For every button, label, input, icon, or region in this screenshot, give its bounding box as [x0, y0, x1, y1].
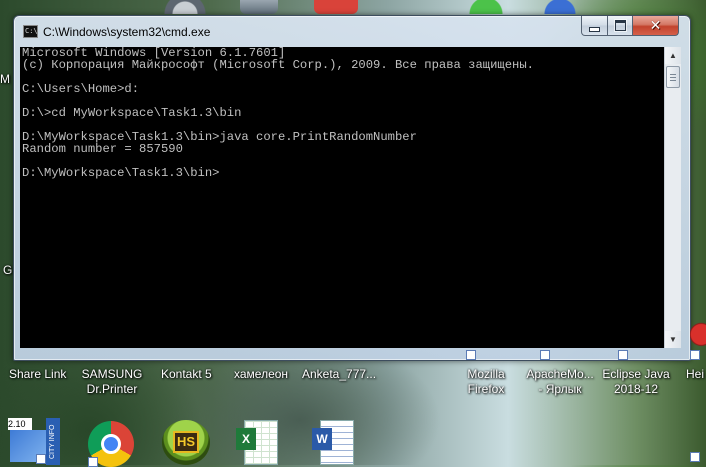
desktop-icon-samsung-dr-printer[interactable]: SAMSUNG Dr.Printer: [80, 367, 144, 397]
desktop-icon-top-5[interactable]: [540, 0, 580, 14]
desktop-icon-hei[interactable]: Hei: [686, 367, 704, 382]
shortcut-arrow-icon: [466, 350, 476, 360]
close-icon: ✕: [649, 17, 662, 34]
console-line: D:\>cd MyWorkspace\Task1.3\bin: [22, 106, 242, 120]
maximize-button[interactable]: [607, 16, 633, 36]
desktop-icon-top-1[interactable]: [163, 0, 207, 14]
desktop-fragment-m: M: [0, 72, 10, 86]
console-lines: Microsoft Windows [Version 6.1.7601] (c) …: [22, 47, 534, 179]
desktop-icon-kontakt-5[interactable]: Kontakt 5: [161, 367, 212, 382]
vertical-scrollbar[interactable]: ▲ ▼: [664, 47, 681, 348]
console-line: (c) Корпорация Майкрософт (Microsoft Cor…: [22, 58, 534, 72]
minimize-icon: [589, 27, 600, 32]
maximize-icon: [614, 20, 626, 31]
cmd-window-icon[interactable]: C:\: [23, 25, 38, 38]
desktop-icon-top-2[interactable]: [240, 0, 278, 14]
minimize-button[interactable]: [581, 16, 608, 36]
arrow-down-icon: ▼: [669, 335, 677, 344]
city-info-icon[interactable]: 2.10 CITY INFO: [8, 418, 60, 465]
hs-icon[interactable]: HS: [162, 420, 210, 465]
console-line: C:\Users\Home>d:: [22, 82, 140, 96]
arrow-up-icon: ▲: [669, 51, 677, 60]
desktop-icon-apachemo[interactable]: ApacheMo... - Ярлык: [525, 367, 595, 397]
console-line: D:\MyWorkspace\Task1.3\bin>: [22, 166, 220, 180]
console-line: Random number = 857590: [22, 142, 183, 156]
excel-file-icon[interactable]: X: [236, 420, 282, 465]
scroll-down-button[interactable]: ▼: [665, 331, 681, 348]
word-file-icon[interactable]: W: [312, 420, 358, 465]
scroll-up-button[interactable]: ▲: [665, 47, 681, 64]
desktop-icon-mozilla-firefox[interactable]: Mozilla Firefox: [458, 367, 514, 397]
chrome-icon[interactable]: [88, 421, 134, 467]
console-output[interactable]: Microsoft Windows [Version 6.1.7601] (c) …: [20, 47, 664, 348]
window-title: C:\Windows\system32\cmd.exe: [43, 25, 211, 39]
desktop-icon-hameleon[interactable]: хамелеон: [234, 367, 288, 382]
desktop-icon-top-4[interactable]: [466, 0, 506, 14]
title-bar[interactable]: C:\ C:\Windows\system32\cmd.exe ✕: [14, 16, 690, 47]
shortcut-arrow-icon: [540, 350, 550, 360]
shortcut-arrow-icon: [690, 452, 700, 462]
desktop-icon-top-3[interactable]: [314, 0, 358, 14]
desktop-icon-eclipse-java[interactable]: Eclipse Java 2018-12: [602, 367, 670, 397]
desktop-fragment-g: G: [3, 263, 13, 277]
shortcut-arrow-icon: [618, 350, 628, 360]
cmd-window[interactable]: C:\ C:\Windows\system32\cmd.exe ✕ Micros…: [13, 15, 691, 361]
scroll-thumb[interactable]: [666, 66, 680, 88]
close-button[interactable]: ✕: [632, 16, 679, 36]
desktop-icon-share-link[interactable]: Share Link: [9, 367, 66, 382]
shortcut-arrow-icon: [690, 350, 700, 360]
desktop-icon-anketa[interactable]: Anketa_777...: [302, 367, 376, 382]
